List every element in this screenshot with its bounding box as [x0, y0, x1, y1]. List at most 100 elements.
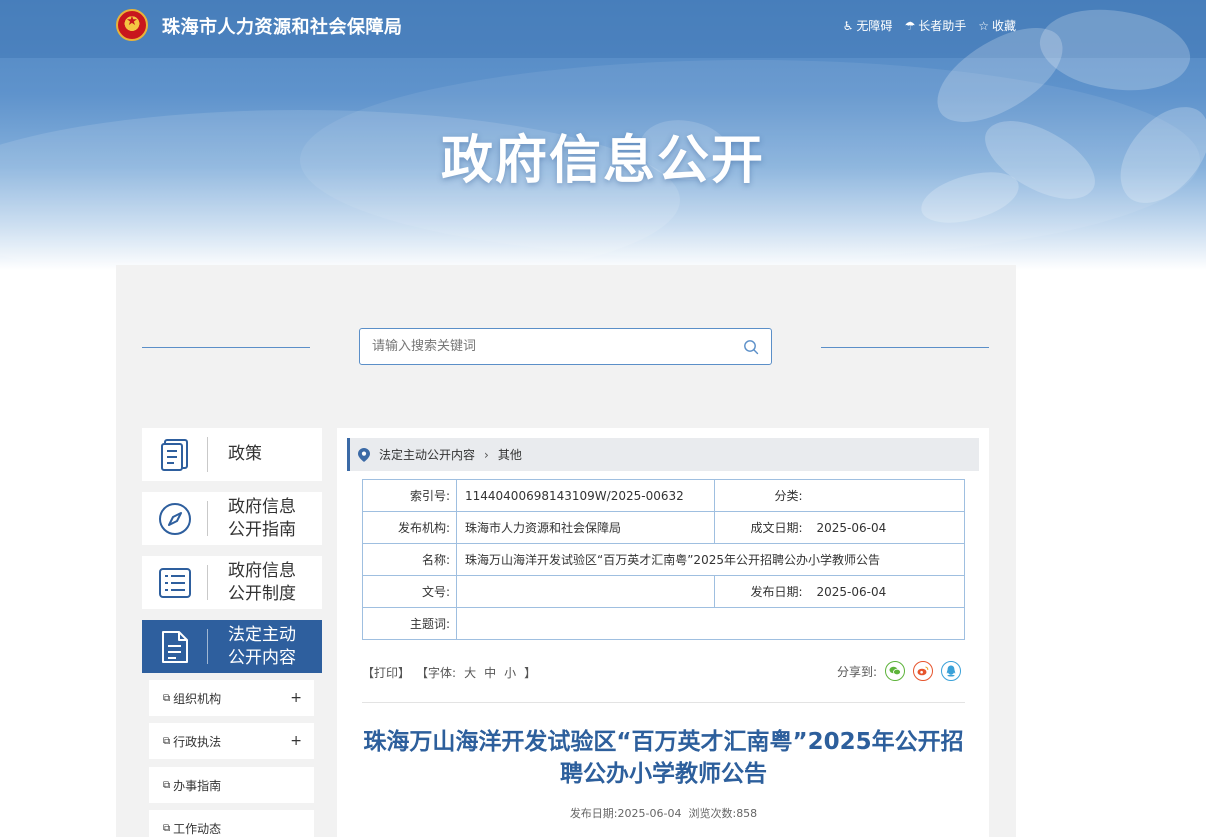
nav-disclosure-system[interactable]: 政府信息 公开制度 [142, 556, 322, 609]
sub-item-left: ⧉ 办事指南 [163, 777, 221, 794]
weibo-share-icon[interactable] [913, 661, 933, 681]
views-label: 浏览次数: [688, 807, 737, 820]
table-row: 文号: 发布日期: 2025-06-04 [362, 575, 965, 608]
article-title: 珠海万山海洋开发试验区“百万英才汇南粤”2025年公开招聘公办小学教师公告 [363, 729, 964, 787]
favorite-link[interactable]: ☆ 收藏 [978, 17, 1016, 34]
site-name[interactable]: 珠海市人力资源和社会保障局 [162, 13, 403, 39]
search-box [359, 328, 772, 365]
nav-policy[interactable]: 政策 [142, 428, 322, 481]
sidebar-item-organization[interactable]: ⧉ 组织机构 + [149, 680, 314, 716]
table-row: 索引号: 11440400698143109W/2025-00632 分类: [362, 479, 965, 512]
breadcrumb-level1[interactable]: 法定主动公开内容 [379, 446, 475, 463]
publisher-label: 发布机构: [362, 511, 457, 544]
content-card: 法定主动公开内容 › 其他 索引号: 11440400698143109W/20… [337, 428, 989, 837]
search-input[interactable] [360, 329, 731, 364]
written-date-value: 2025-06-04 [808, 511, 965, 544]
nav-disclosure-guide[interactable]: 政府信息 公开指南 [142, 492, 322, 545]
article-date-label: 发布日期: [569, 807, 618, 820]
header-banner: 珠海市人力资源和社会保障局 ♿ 无障碍 ☂ 长者助手 ☆ 收藏 政府信息公开 [0, 0, 1206, 270]
wechat-icon [889, 666, 901, 676]
weibo-icon [917, 666, 929, 676]
print-button[interactable]: 【打印】 [362, 664, 410, 681]
font-size-suffix: 】 [524, 666, 537, 680]
national-emblem-icon[interactable] [116, 9, 148, 41]
font-size-controls: 【字体: 大 中 小 】 [416, 664, 536, 681]
font-medium-button[interactable]: 中 [484, 664, 496, 681]
location-pin-icon [358, 447, 370, 462]
copy-icon: ⧉ [163, 779, 171, 791]
copy-icon: ⧉ [163, 822, 171, 834]
sub-item-left: ⧉ 组织机构 [163, 690, 221, 707]
nav-icon-wrap [142, 428, 208, 481]
breadcrumb: 法定主动公开内容 › 其他 [347, 438, 979, 471]
wheelchair-icon: ♿ [842, 18, 854, 33]
accessibility-link[interactable]: ♿ 无障碍 [843, 17, 893, 34]
copy-icon: ⧉ [163, 692, 171, 704]
name-label: 名称: [362, 543, 457, 576]
publish-date-value: 2025-06-04 [808, 575, 965, 608]
font-size-prefix: 【字体: [416, 666, 457, 680]
document-book-icon [161, 438, 188, 471]
star-icon: ☆ [978, 18, 989, 33]
share-label: 分享到: [836, 664, 877, 679]
nav-policy-label: 政策 [228, 444, 262, 464]
accessibility-label: 无障碍 [856, 19, 893, 33]
copy-icon: ⧉ [163, 735, 171, 747]
sub-item-left: ⧉ 工作动态 [163, 820, 221, 837]
search-button[interactable] [731, 329, 771, 364]
index-no-label: 索引号: [362, 479, 457, 512]
index-no-value: 11440400698143109W/2025-00632 [456, 479, 715, 512]
written-date-label: 成文日期: [714, 511, 809, 544]
name-value: 珠海万山海洋开发试验区“百万英才汇南粤”2025年公开招聘公办小学教师公告 [456, 543, 965, 576]
font-small-button[interactable]: 小 [504, 664, 516, 681]
main-panel: 政策 政府信息 公开指南 政府信息 公开制度 [116, 265, 1016, 837]
sidebar-item-work-news[interactable]: ⧉ 工作动态 [149, 810, 314, 837]
expand-icon[interactable]: + [290, 690, 302, 706]
doc-no-label: 文号: [362, 575, 457, 608]
content-divider [362, 702, 965, 703]
list-icon [159, 567, 191, 598]
views-count: 858 [736, 807, 758, 820]
share-bar: 分享到: [837, 661, 961, 681]
page-title: 政府信息公开 [440, 131, 765, 191]
compass-icon [159, 502, 191, 535]
doc-no-value [456, 575, 715, 608]
nav-statutory-content[interactable]: 法定主动 公开内容 [142, 620, 322, 673]
qq-share-icon[interactable] [941, 661, 961, 681]
sub-item-left: ⧉ 行政执法 [163, 733, 221, 750]
qq-icon [946, 665, 956, 677]
article-meta: 发布日期:2025-06-04 浏览次数:858 [362, 805, 965, 821]
search-icon [744, 339, 759, 354]
expand-icon[interactable]: + [290, 733, 302, 749]
top-links: ♿ 无障碍 ☂ 长者助手 ☆ 收藏 [843, 17, 1016, 34]
file-icon [162, 630, 188, 663]
chevron-right-icon: › [484, 447, 489, 462]
document-meta-table: 索引号: 11440400698143109W/2025-00632 分类: 发… [362, 479, 965, 640]
keywords-value [456, 607, 965, 640]
table-row: 主题词: [362, 607, 965, 640]
keywords-label: 主题词: [362, 607, 457, 640]
breadcrumb-level2[interactable]: 其他 [498, 446, 522, 463]
sidebar-item-label: 工作动态 [173, 821, 222, 836]
publish-date-label: 发布日期: [714, 575, 809, 608]
nav-statutory-content-label: 法定主动 公开内容 [228, 624, 296, 668]
elder-assist-link[interactable]: ☂ 长者助手 [904, 17, 966, 34]
sidebar-item-law-enforcement[interactable]: ⧉ 行政执法 + [149, 723, 314, 759]
elder-assist-icon: ☂ [904, 18, 916, 33]
search-divider-right [821, 347, 989, 348]
table-row: 发布机构: 珠海市人力资源和社会保障局 成文日期: 2025-06-04 [362, 511, 965, 544]
article-date: 2025-06-04 [617, 807, 682, 820]
category-label: 分类: [714, 479, 809, 512]
publisher-value: 珠海市人力资源和社会保障局 [456, 511, 715, 544]
nav-disclosure-guide-label: 政府信息 公开指南 [228, 496, 296, 540]
nav-icon-wrap [142, 620, 208, 673]
wechat-share-icon[interactable] [885, 661, 905, 681]
nav-disclosure-system-label: 政府信息 公开制度 [228, 560, 296, 604]
table-row: 名称: 珠海万山海洋开发试验区“百万英才汇南粤”2025年公开招聘公办小学教师公… [362, 543, 965, 576]
search-divider-left [142, 347, 310, 348]
font-large-button[interactable]: 大 [464, 664, 476, 681]
sidebar-item-label: 行政执法 [173, 734, 222, 749]
nav-icon-wrap [142, 492, 208, 545]
sidebar-item-service-guide[interactable]: ⧉ 办事指南 [149, 767, 314, 803]
favorite-label: 收藏 [991, 19, 1016, 33]
